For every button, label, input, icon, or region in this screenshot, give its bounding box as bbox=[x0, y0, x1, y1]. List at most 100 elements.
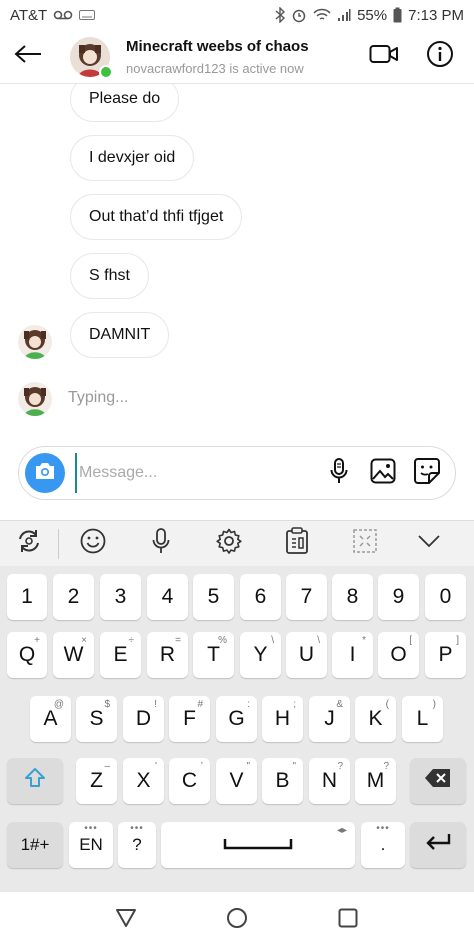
message-bubble[interactable]: Please do bbox=[70, 84, 180, 122]
key-r[interactable]: = R bbox=[147, 632, 188, 678]
gallery-button[interactable] bbox=[361, 451, 405, 495]
key-2[interactable]: 2 bbox=[53, 574, 94, 620]
message-bubble[interactable]: DAMNIT bbox=[70, 312, 170, 358]
key-g[interactable]: :G bbox=[216, 696, 257, 742]
message-bubble[interactable]: Out that’d thfi tfjget bbox=[70, 194, 243, 240]
nav-home-button[interactable] bbox=[212, 895, 262, 945]
key-3[interactable]: 3 bbox=[100, 574, 141, 620]
key-s[interactable]: $ S bbox=[76, 696, 117, 742]
sender-avatar[interactable] bbox=[18, 325, 52, 359]
space-key[interactable]: ◂▸ bbox=[161, 822, 355, 868]
key-p[interactable]: ] P bbox=[425, 632, 466, 678]
key-alt-char: : bbox=[247, 699, 250, 710]
message-bubble[interactable]: I devxjer oid bbox=[70, 135, 195, 181]
key-label: A bbox=[43, 707, 58, 730]
enter-key[interactable] bbox=[410, 822, 466, 868]
keyboard-mode-button[interactable] bbox=[0, 521, 58, 567]
key-e[interactable]: ÷ E bbox=[100, 632, 141, 678]
chat-title-block[interactable]: Minecraft weebs of chaos novacrawford123… bbox=[126, 38, 362, 76]
key-alt-char: – bbox=[104, 761, 110, 772]
back-button[interactable] bbox=[0, 30, 56, 84]
bottom-row: 1#+ ••• EN •••? ◂▸ •••. bbox=[0, 822, 474, 868]
key-label: F bbox=[183, 707, 196, 730]
key-z[interactable]: – Z bbox=[76, 758, 117, 804]
letter-row-1: + Q × W ÷ E = R % T \ Y \ U * I [O ] P bbox=[0, 632, 474, 678]
key-label: K bbox=[368, 707, 383, 730]
key-dots: ••• bbox=[376, 823, 390, 834]
collapse-toolbar-button[interactable] bbox=[399, 521, 459, 567]
key-t[interactable]: % T bbox=[193, 632, 234, 678]
key-y[interactable]: \ Y bbox=[240, 632, 281, 678]
clipboard-button[interactable] bbox=[263, 521, 331, 567]
key-k[interactable]: (K bbox=[355, 696, 396, 742]
video-call-button[interactable] bbox=[362, 30, 406, 84]
key-label: ? bbox=[132, 835, 142, 854]
key-b[interactable]: " B bbox=[262, 758, 303, 804]
microphone-icon bbox=[152, 528, 170, 559]
key-4[interactable]: 4 bbox=[147, 574, 188, 620]
key-alt-char: @ bbox=[53, 699, 64, 710]
shift-key[interactable] bbox=[7, 758, 63, 804]
key-a[interactable]: @ A bbox=[30, 696, 71, 742]
key-m[interactable]: ? M bbox=[355, 758, 396, 804]
video-camera-icon bbox=[369, 43, 399, 70]
key-l[interactable]: ) L bbox=[402, 696, 443, 742]
image-icon bbox=[370, 458, 396, 489]
period-key[interactable]: •••. bbox=[361, 822, 405, 868]
text-select-icon bbox=[352, 528, 378, 559]
key-alt-char: = bbox=[175, 635, 181, 646]
keyboard-settings-button[interactable] bbox=[195, 521, 263, 567]
key-o[interactable]: [O bbox=[378, 632, 419, 678]
emoji-button[interactable] bbox=[59, 521, 127, 567]
key-8[interactable]: 8 bbox=[332, 574, 373, 620]
back-arrow-icon bbox=[14, 44, 42, 69]
key-1[interactable]: 1 bbox=[7, 574, 47, 620]
key-label: Q bbox=[18, 643, 36, 666]
key-w[interactable]: × W bbox=[53, 632, 94, 678]
key-label: W bbox=[63, 643, 84, 666]
key-d[interactable]: ! D bbox=[123, 696, 164, 742]
key-n[interactable]: ? N bbox=[309, 758, 350, 804]
key-6[interactable]: 6 bbox=[240, 574, 281, 620]
voice-message-button[interactable] bbox=[317, 451, 361, 495]
camera-button[interactable] bbox=[25, 453, 65, 493]
key-label: N bbox=[321, 769, 338, 792]
key-alt-char: ’ bbox=[200, 761, 203, 772]
nav-recents-button[interactable] bbox=[323, 895, 373, 945]
key-9[interactable]: 9 bbox=[378, 574, 419, 620]
text-editing-button[interactable] bbox=[331, 521, 399, 567]
typing-avatar[interactable] bbox=[18, 382, 52, 416]
info-button[interactable] bbox=[418, 30, 462, 84]
language-key[interactable]: ••• EN bbox=[69, 822, 113, 868]
backspace-key[interactable] bbox=[410, 758, 466, 804]
message-input[interactable] bbox=[75, 453, 317, 493]
key-7[interactable]: 7 bbox=[286, 574, 327, 620]
key-x[interactable]: ' X bbox=[123, 758, 164, 804]
key-label: C bbox=[181, 769, 198, 792]
key-f[interactable]: # F bbox=[169, 696, 210, 742]
question-key[interactable]: •••? bbox=[118, 822, 156, 868]
key-alt-char: ? bbox=[337, 761, 343, 772]
nav-back-button[interactable] bbox=[101, 895, 151, 945]
symbols-key[interactable]: 1#+ bbox=[7, 822, 63, 868]
sticker-button[interactable] bbox=[405, 451, 449, 495]
key-5[interactable]: 5 bbox=[193, 574, 234, 620]
key-label: . bbox=[380, 835, 386, 854]
key-alt-char: ; bbox=[293, 699, 296, 710]
key-label: T bbox=[207, 643, 220, 666]
key-c[interactable]: ’ C bbox=[169, 758, 210, 804]
key-0[interactable]: 0 bbox=[425, 574, 466, 620]
key-u[interactable]: \ U bbox=[286, 632, 327, 678]
key-q[interactable]: + Q bbox=[7, 632, 47, 678]
key-alt-char: ) bbox=[432, 699, 436, 710]
voice-input-button[interactable] bbox=[127, 521, 195, 567]
key-h[interactable]: ; H bbox=[262, 696, 303, 742]
key-alt-char: " bbox=[246, 761, 250, 772]
key-i[interactable]: * I bbox=[332, 632, 373, 678]
keyboard-status-icon bbox=[79, 10, 96, 20]
key-label: P bbox=[438, 643, 453, 666]
message-bubble[interactable]: S fhst bbox=[70, 253, 149, 299]
key-v[interactable]: " V bbox=[216, 758, 257, 804]
key-j[interactable]: & J bbox=[309, 696, 350, 742]
group-avatar[interactable] bbox=[70, 36, 113, 79]
